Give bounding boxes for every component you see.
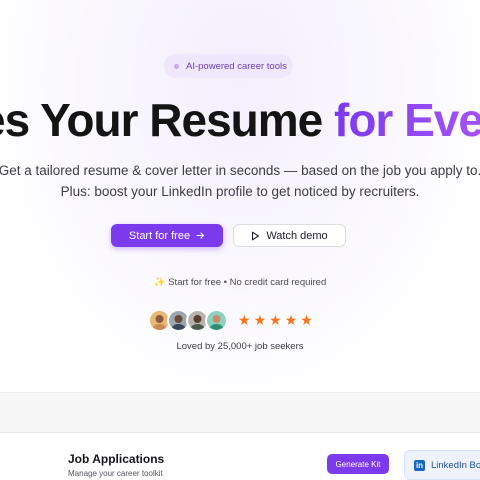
hero-subtitle: Get a tailored resume & cover letter in … — [0, 160, 480, 202]
user-avatars — [148, 309, 232, 332]
star-icon: ★ — [253, 312, 267, 328]
headline-main: es Your Resume — [0, 94, 335, 146]
avatar — [205, 309, 228, 332]
play-icon — [252, 231, 260, 240]
subtitle-line-1: Get a tailored resume & cover letter in … — [0, 163, 480, 178]
rating-stars: ★ ★ ★ ★ ★ — [238, 312, 313, 328]
watch-demo-button[interactable]: Watch demo — [233, 224, 346, 247]
start-button-label: Start for free — [128, 229, 191, 242]
hero-headline: es Your Resume for Ever — [0, 92, 480, 148]
ai-badge: AI-powered career tools — [164, 54, 293, 78]
headline-accent: for Ever — [334, 94, 480, 146]
star-icon: ★ — [300, 312, 313, 328]
star-icon: ★ — [284, 312, 298, 328]
hero-section: AI-powered career tools es Your Resume f… — [0, 0, 480, 392]
section-divider-band — [0, 392, 480, 432]
linkedin-icon: in — [414, 459, 425, 471]
free-note: ✨ Start for free • No credit card requir… — [153, 277, 327, 288]
arrow-right-icon — [196, 232, 205, 239]
badge-label: AI-powered career tools — [186, 60, 287, 72]
badge-dot-icon — [174, 63, 179, 69]
star-icon: ★ — [269, 312, 282, 328]
dashboard-subtitle: Manage your career toolkit — [68, 469, 163, 478]
linkedin-boost-card[interactable]: in LinkedIn Bo — [404, 450, 480, 480]
generate-kit-button[interactable]: Generate Kit — [327, 454, 389, 474]
social-proof: Loved by 25,000+ job seekers — [176, 341, 304, 352]
subtitle-line-2: Plus: boost your LinkedIn profile to get… — [60, 184, 420, 199]
star-icon: ★ — [238, 312, 251, 328]
linkedin-chip-label: LinkedIn Bo — [431, 459, 480, 471]
dashboard-title: Job Applications — [68, 452, 165, 466]
start-for-free-button[interactable]: Start for free — [111, 224, 223, 247]
watch-demo-label: Watch demo — [266, 229, 328, 242]
